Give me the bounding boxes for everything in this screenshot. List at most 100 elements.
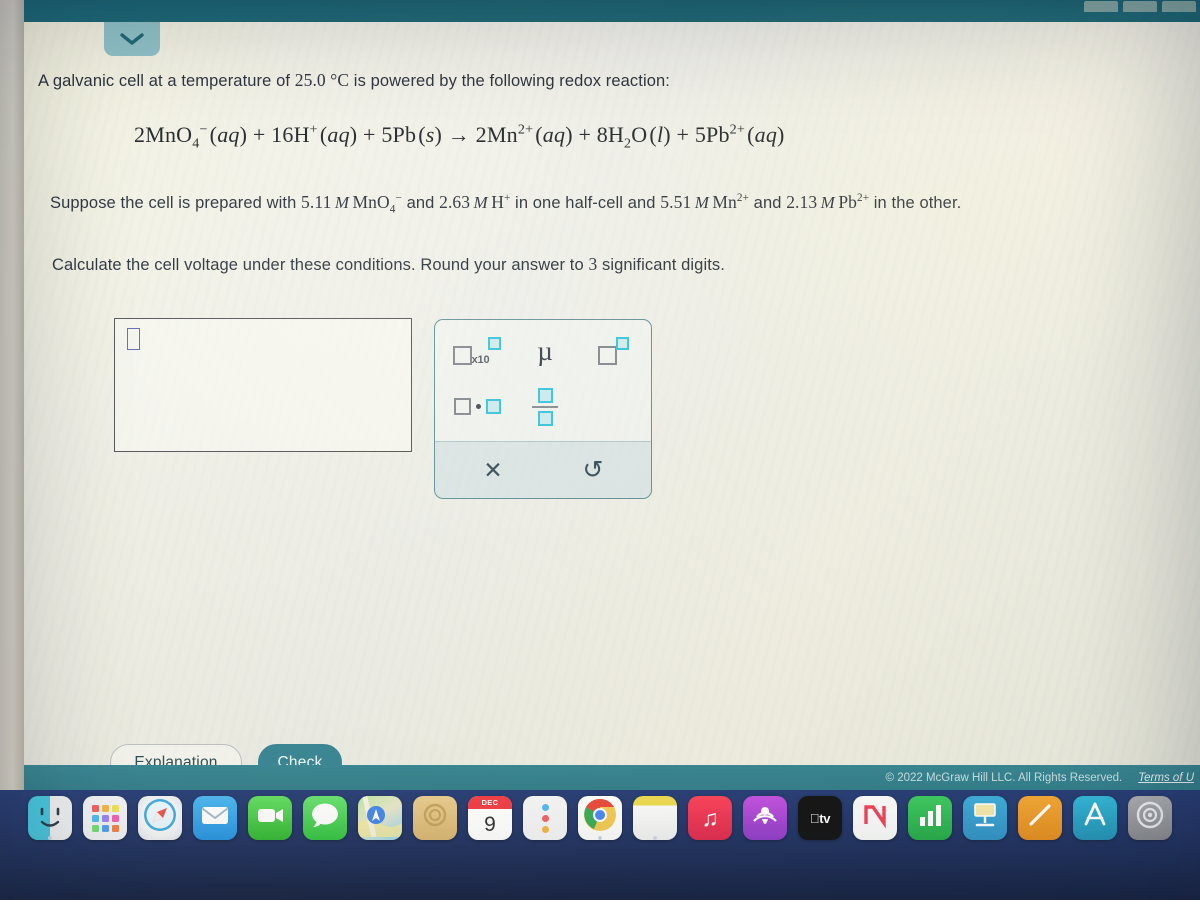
answer-input-box[interactable] bbox=[114, 318, 412, 452]
conc-text-b: in one half-cell and bbox=[510, 194, 661, 212]
undo-button[interactable]: ↺ bbox=[563, 448, 623, 492]
explanation-button[interactable]: Explanation bbox=[110, 744, 242, 765]
conc-value-1: 5.11 bbox=[301, 192, 332, 212]
sig-digits-value: 3 bbox=[588, 254, 598, 274]
app-store-icon bbox=[1073, 796, 1117, 840]
conc-text-a: Suppose the cell is prepared with bbox=[50, 194, 302, 212]
dock-item-news[interactable] bbox=[853, 796, 897, 840]
undo-icon: ↺ bbox=[582, 456, 604, 484]
dock-item-facetime[interactable] bbox=[248, 796, 292, 840]
check-button[interactable]: Check bbox=[258, 744, 342, 765]
contacts-icon bbox=[541, 803, 549, 833]
species-h: H+ bbox=[491, 192, 511, 212]
apple-tv-icon: tv bbox=[810, 810, 831, 826]
equation-term-pb2: 5Pb2+ (aq) bbox=[694, 121, 785, 147]
pages-pen-icon bbox=[1018, 796, 1062, 840]
macos-dock: DEC 9 ♫ tv bbox=[0, 790, 1200, 900]
dock-item-messages[interactable] bbox=[303, 796, 347, 840]
temperature-value: 25.0 °C bbox=[294, 70, 350, 90]
news-icon bbox=[853, 796, 897, 840]
aleks-question-page: A galvanic cell at a temperature of 25.0… bbox=[24, 22, 1200, 765]
clear-button[interactable]: ✕ bbox=[463, 448, 523, 492]
dock-item-mail[interactable] bbox=[193, 796, 237, 840]
answer-placeholder-caret bbox=[127, 328, 140, 350]
dock-item-maps[interactable] bbox=[358, 796, 402, 840]
page-footer: © 2022 McGraw Hill LLC. All Rights Reser… bbox=[24, 765, 1200, 790]
dock-item-contacts[interactable] bbox=[523, 796, 567, 840]
copyright-text: © 2022 McGraw Hill LLC. All Rights Reser… bbox=[885, 771, 1123, 784]
browser-tab-stubs[interactable] bbox=[1084, 1, 1196, 12]
dock-item-keynote[interactable] bbox=[963, 796, 1007, 840]
instruction-text-b: significant digits. bbox=[597, 256, 725, 274]
conc-value-2: 2.63 bbox=[439, 192, 471, 212]
molarity-symbol: M bbox=[820, 193, 835, 212]
facetime-camera-icon bbox=[248, 796, 292, 840]
keynote-podium-icon bbox=[963, 796, 1007, 840]
calendar-day-label: 9 bbox=[484, 812, 496, 836]
math-palette-grid: x10 µ bbox=[435, 320, 651, 442]
scientific-notation-button[interactable]: x10 bbox=[443, 328, 511, 374]
question-line-concentrations: Suppose the cell is prepared with 5.11 M… bbox=[50, 190, 1190, 216]
dock-item-pages[interactable] bbox=[1018, 796, 1062, 840]
redox-equation: 2MnO4− (aq) + 16H+ (aq) + 5Pb (s) → 2Mn2… bbox=[134, 121, 785, 152]
species-mno4: MnO4− bbox=[352, 192, 402, 216]
conc-value-3: 5.51 bbox=[660, 192, 692, 212]
chrome-icon bbox=[578, 796, 622, 840]
dock-item-numbers[interactable] bbox=[908, 796, 952, 840]
equation-term-mn2: 2Mn2+ (aq) bbox=[475, 121, 573, 147]
browser-tab-stub[interactable] bbox=[1123, 1, 1157, 12]
music-note-icon: ♫ bbox=[701, 804, 719, 831]
scientific-notation-icon: x10 bbox=[452, 336, 502, 366]
equation-arrow-icon: → bbox=[447, 122, 470, 147]
intro-text-post: is powered by the following redox reacti… bbox=[349, 72, 670, 90]
superscript-icon bbox=[597, 336, 629, 366]
fraction-button[interactable] bbox=[517, 382, 573, 432]
running-indicator bbox=[48, 836, 52, 840]
micro-icon: µ bbox=[537, 335, 553, 366]
molarity-symbol: M bbox=[473, 193, 488, 212]
dock-icon-list: DEC 9 ♫ tv bbox=[28, 796, 1172, 840]
close-icon: ✕ bbox=[483, 456, 503, 483]
equation-term-h: 16H+ (aq) bbox=[271, 121, 358, 147]
dock-item-reminders[interactable] bbox=[633, 796, 677, 840]
micro-prefix-button[interactable]: µ bbox=[517, 328, 573, 374]
multiply-icon bbox=[453, 398, 501, 416]
gear-icon bbox=[1128, 796, 1172, 840]
intro-text-pre: A galvanic cell at a temperature of bbox=[38, 72, 295, 90]
palette-empty-slot bbox=[581, 382, 645, 432]
equation-term-mno4: 2MnO4− (aq) bbox=[134, 121, 248, 152]
conc-value-4: 2.13 bbox=[786, 192, 818, 212]
launchpad-icon bbox=[91, 804, 119, 832]
dock-item-app-store[interactable] bbox=[1073, 796, 1117, 840]
dock-item-calendar[interactable]: DEC 9 bbox=[468, 796, 512, 840]
molarity-symbol: M bbox=[694, 193, 709, 212]
finder-icon bbox=[28, 796, 72, 840]
equation-plus: + bbox=[363, 122, 376, 147]
superscript-button[interactable] bbox=[581, 328, 645, 374]
action-button-row: Explanation Check bbox=[110, 744, 342, 765]
terms-of-use-link[interactable]: Terms of U bbox=[1138, 772, 1194, 784]
multiply-button[interactable] bbox=[443, 382, 511, 432]
conc-text-and1: and bbox=[401, 194, 440, 212]
conc-text-end: in the other. bbox=[869, 194, 962, 212]
equation-plus: + bbox=[252, 122, 266, 147]
math-symbol-palette[interactable]: x10 µ ✕ ↺ bbox=[434, 319, 652, 499]
dock-item-music[interactable]: ♫ bbox=[688, 796, 732, 840]
dock-item-finder[interactable] bbox=[28, 796, 72, 840]
browser-tab-stub[interactable] bbox=[1162, 1, 1196, 12]
conc-text-and2: and bbox=[749, 194, 787, 212]
safari-icon bbox=[138, 796, 182, 840]
dock-item-launchpad[interactable] bbox=[83, 796, 127, 840]
collapse-panel-button[interactable] bbox=[104, 22, 160, 56]
dock-item-podcasts[interactable] bbox=[743, 796, 787, 840]
browser-tab-stub[interactable] bbox=[1084, 1, 1118, 12]
mail-icon bbox=[193, 796, 237, 840]
dock-item-notes[interactable] bbox=[413, 796, 457, 840]
dock-item-system-settings[interactable] bbox=[1128, 796, 1172, 840]
dock-item-apple-tv[interactable]: tv bbox=[798, 796, 842, 840]
equation-term-pb: 5Pb (s) bbox=[381, 122, 443, 147]
notes-icon bbox=[413, 796, 457, 840]
dock-item-safari[interactable] bbox=[138, 796, 182, 840]
dock-item-chrome[interactable] bbox=[578, 796, 622, 840]
equation-term-h2o: 8H2O (l) bbox=[596, 122, 671, 152]
